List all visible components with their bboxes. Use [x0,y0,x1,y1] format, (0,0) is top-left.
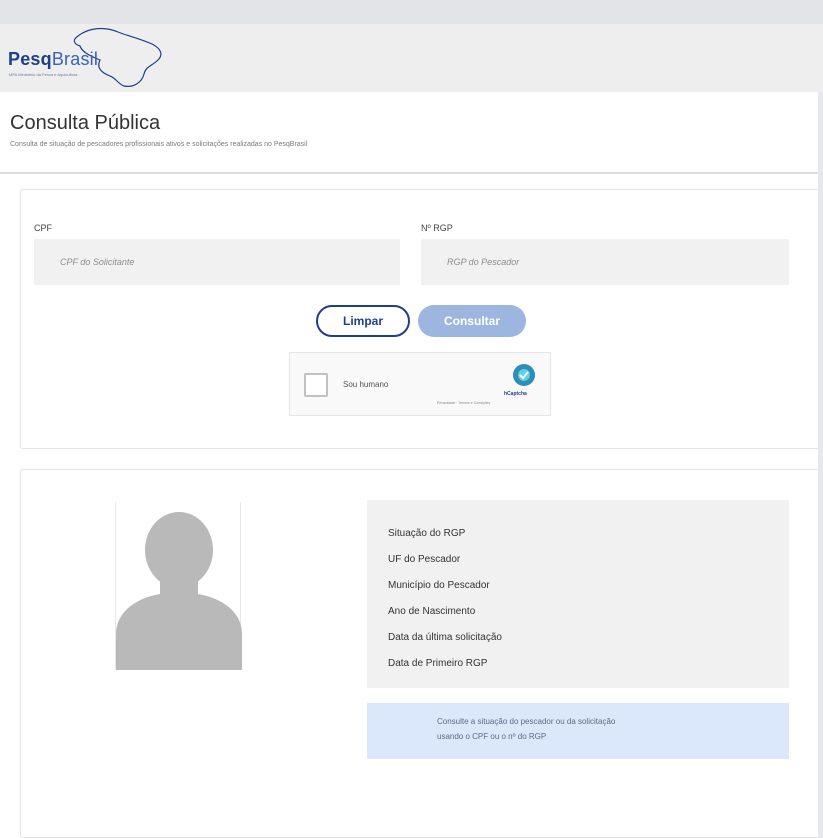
info-note-line-2: usando o CPF ou o nº do RGP [437,732,547,741]
logo-text-light: Brasil [51,49,99,69]
search-card: CPF Nº RGP Limpar Consultar Sou humano h… [20,189,820,449]
logo-text-bold: Pesq [8,49,52,69]
field-municipio-pescador: Município do Pescador [388,580,490,591]
title-divider [0,172,823,174]
title-block: Consulta Pública Consulta de situação de… [10,112,307,148]
page-subtitle: Consulta de situação de pescadores profi… [10,141,308,148]
clear-button[interactable]: Limpar [316,305,410,337]
field-data-ultima-solicitacao: Data da última solicitação [388,632,502,643]
captcha-terms-link[interactable]: Privacidade · Termos e Condições [437,401,490,405]
field-data-primeiro-rgp: Data de Primeiro RGP [388,658,488,669]
captcha-checkbox[interactable] [304,373,328,397]
field-uf-pescador: UF do Pescador [388,554,461,565]
user-silhouette-icon [116,512,242,670]
cpf-input[interactable] [34,239,400,285]
result-card: Situação do RGP UF do Pescador Município… [20,469,820,838]
fisherman-photo-placeholder [115,502,242,670]
rgp-label: Nº RGP [421,223,453,233]
logo-wordmark: PesqBrasil [8,49,98,70]
field-ano-nascimento: Ano de Nascimento [388,606,476,617]
cpf-label: CPF [34,223,52,233]
pescador-info-panel: Situação do RGP UF do Pescador Município… [367,500,789,688]
page-title: Consulta Pública [10,112,161,134]
field-situacao-rgp: Situação do RGP [388,528,466,539]
submit-button[interactable]: Consultar [418,305,526,337]
site-header: PesqBrasil MPA Ministério da Pesca e Aqu… [0,24,823,92]
rgp-input[interactable] [421,239,789,285]
browser-top-strip [0,0,823,24]
logo-tagline: MPA Ministério da Pesca e Aquicultura [9,72,78,77]
captcha-label: Sou humano [343,380,389,389]
pesqbrasil-logo[interactable]: PesqBrasil MPA Ministério da Pesca e Aqu… [8,26,178,90]
hcaptcha-widget: Sou humano hCaptcha Privacidade · Termos… [289,352,551,416]
info-note-line-1: Consulte a situação do pescador ou da so… [437,717,616,726]
hcaptcha-logo-icon [513,364,535,386]
page-right-edge [818,92,823,838]
captcha-brand: hCaptcha [504,391,527,397]
main-content: Consulta Pública Consulta de situação de… [0,92,823,838]
info-note: Consulte a situação do pescador ou da so… [367,703,789,759]
